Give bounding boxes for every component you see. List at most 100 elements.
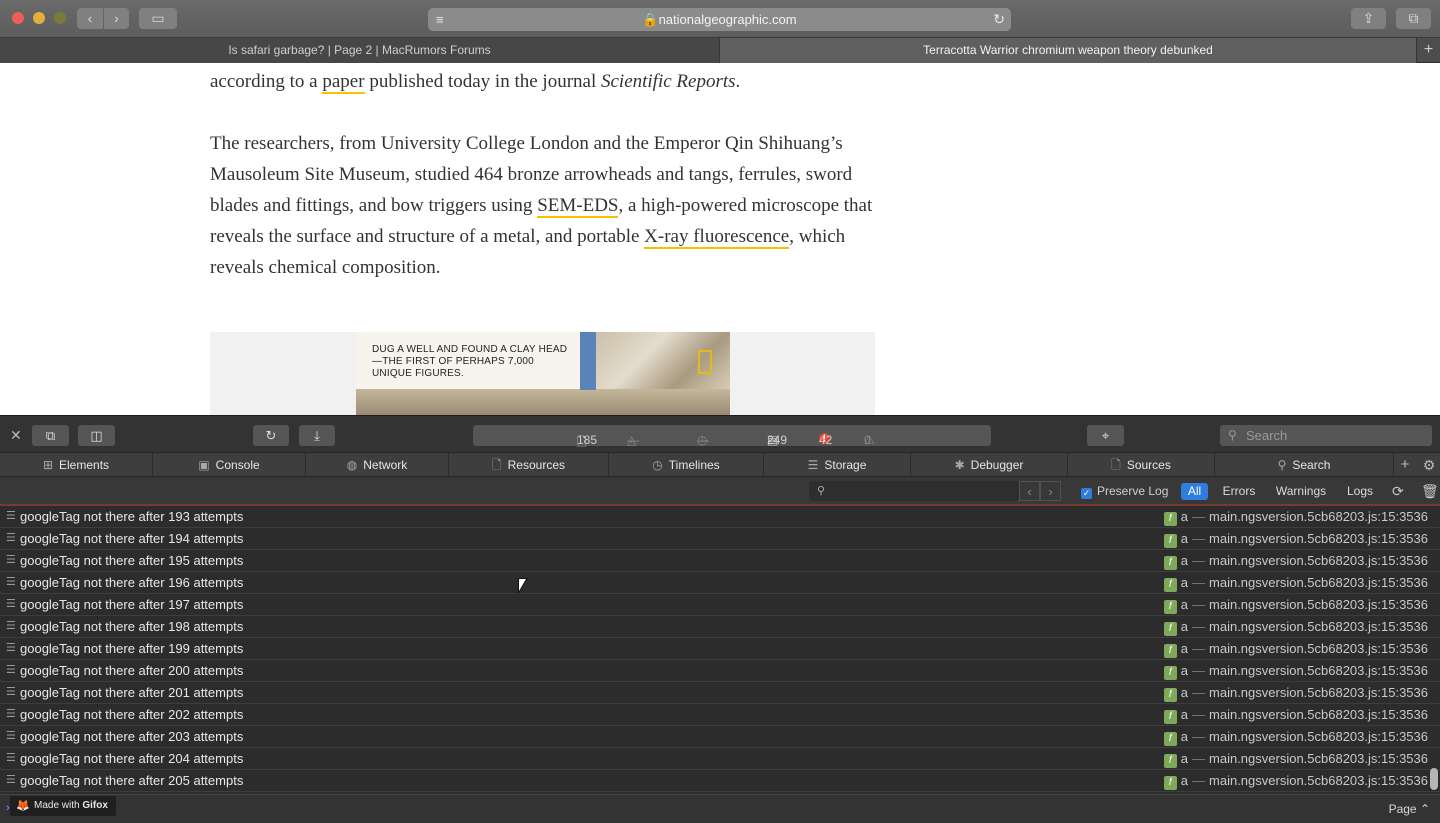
message-source[interactable]: f a — main.ngsversion.5cb68203.js:15:3536 [1163, 550, 1428, 571]
source-location-link[interactable]: main.ngsversion.5cb68203.js:15:3536 [1209, 685, 1428, 700]
tab-sources[interactable]: 🗋 Sources [1068, 453, 1215, 477]
console-message-row[interactable]: ☰ googleTag not there after 202 attempts f… [0, 704, 1440, 726]
console-message-row[interactable]: ☰ googleTag not there after 200 attempts f… [0, 660, 1440, 682]
source-location-link[interactable]: main.ngsversion.5cb68203.js:15:3536 [1209, 597, 1428, 612]
web-page: according to a paper published today in … [0, 63, 1440, 415]
filter-errors[interactable]: Errors [1220, 483, 1258, 500]
message-source[interactable]: f a — main.ngsversion.5cb68203.js:15:3536 [1163, 682, 1428, 703]
trash-icon[interactable]: 🗑 [1421, 483, 1439, 500]
console-message-text: googleTag not there after 199 attempts [20, 641, 244, 656]
url-text: nationalgeographic.com [658, 12, 797, 27]
tab-resources[interactable]: 🗋 Resources [449, 453, 609, 477]
back-button[interactable]: ‹ [77, 8, 103, 29]
console-message-row[interactable]: ☰ googleTag not there after 195 attempts f… [0, 550, 1440, 572]
console-message-row[interactable]: ☰ googleTag not there after 198 attempts f… [0, 616, 1440, 638]
message-source[interactable]: f a — main.ngsversion.5cb68203.js:15:3536 [1163, 770, 1428, 791]
gifox-watermark: 🦊 Made with Gifox [10, 796, 116, 816]
function-name: a [1180, 685, 1189, 700]
console-messages[interactable]: ☰ googleTag not there after 193 attempts f… [0, 506, 1440, 794]
message-source[interactable]: f a — main.ngsversion.5cb68203.js:15:3536 [1163, 528, 1428, 549]
message-source[interactable]: f a — main.ngsversion.5cb68203.js:15:3536 [1163, 726, 1428, 747]
advertisement[interactable]: DUG A WELL AND FOUND A CLAY HEAD—THE FIR… [210, 332, 875, 415]
tab-natgeo[interactable]: Terracotta Warrior chromium weapon theor… [719, 38, 1416, 63]
chevron-updown-icon: ⌃ [1419, 802, 1430, 816]
filter-logs[interactable]: Logs [1344, 483, 1376, 500]
tab-macrumors[interactable]: Is safari garbage? | Page 2 | MacRumors … [0, 38, 719, 63]
function-name: a [1180, 751, 1189, 766]
source-location-link[interactable]: main.ngsversion.5cb68203.js:15:3536 [1209, 751, 1428, 766]
message-source[interactable]: f a — main.ngsversion.5cb68203.js:15:3536 [1163, 616, 1428, 637]
settings-button[interactable]: ⚙ [1418, 453, 1440, 477]
message-source[interactable]: f a — main.ngsversion.5cb68203.js:15:3536 [1163, 638, 1428, 659]
forward-button[interactable]: › [104, 8, 129, 29]
terminal-icon: ▣ [198, 458, 210, 472]
message-source[interactable]: f a — main.ngsversion.5cb68203.js:15:3536 [1163, 594, 1428, 615]
refresh-icon[interactable]: ⟳ [1392, 483, 1404, 500]
tab-network[interactable]: ◍ Network [306, 453, 449, 477]
console-message-row[interactable]: ☰ googleTag not there after 205 attempts f… [0, 770, 1440, 792]
window-zoom-button[interactable] [54, 12, 66, 24]
function-icon: f [1163, 754, 1177, 768]
add-tab-button[interactable]: + [1394, 453, 1416, 477]
next-match-button[interactable]: › [1040, 481, 1061, 501]
console-message-text: googleTag not there after 193 attempts [20, 509, 244, 524]
show-tabs-button[interactable]: ⧉ [1396, 8, 1431, 29]
window-close-button[interactable] [12, 12, 24, 24]
console-message-row[interactable]: ☰ googleTag not there after 201 attempts f… [0, 682, 1440, 704]
share-button[interactable]: ⇪ [1351, 8, 1386, 29]
dock-side-button[interactable]: ◫ [78, 425, 115, 446]
detach-window-button[interactable]: ⧉ [32, 425, 69, 446]
source-location-link[interactable]: main.ngsversion.5cb68203.js:15:3536 [1209, 531, 1428, 546]
console-scrollbar[interactable] [1430, 768, 1438, 790]
console-message-row[interactable]: ☰ googleTag not there after 203 attempts f… [0, 726, 1440, 748]
console-message-row[interactable]: ☰ googleTag not there after 197 attempts f… [0, 594, 1440, 616]
log-level-icon: ☰ [6, 598, 16, 610]
source-location-link[interactable]: main.ngsversion.5cb68203.js:15:3536 [1209, 553, 1428, 568]
address-bar[interactable]: ≡ 🔒nationalgeographic.com ↻ [428, 8, 1011, 31]
console-message-row[interactable]: ☰ googleTag not there after 199 attempts f… [0, 638, 1440, 660]
tab-debugger[interactable]: ✱ Debugger [911, 453, 1068, 477]
tab-storage[interactable]: ☰ Storage [764, 453, 911, 477]
source-location-link[interactable]: main.ngsversion.5cb68203.js:15:3536 [1209, 707, 1428, 722]
new-tab-button[interactable]: + [1416, 38, 1440, 63]
xrf-link[interactable]: X-ray fluorescence [644, 226, 790, 249]
tab-elements[interactable]: ⊞ Elements [0, 453, 153, 477]
message-source[interactable]: f a — main.ngsversion.5cb68203.js:15:3536 [1163, 704, 1428, 725]
function-icon: f [1163, 512, 1177, 526]
source-location-link[interactable]: main.ngsversion.5cb68203.js:15:3536 [1209, 729, 1428, 744]
close-icon[interactable]: ✕ [10, 427, 22, 444]
sem-eds-link[interactable]: SEM-EDS [537, 195, 619, 218]
source-location-link[interactable]: main.ngsversion.5cb68203.js:15:3536 [1209, 773, 1428, 788]
filter-all[interactable]: All [1181, 483, 1208, 500]
previous-match-button[interactable]: ‹ [1019, 481, 1040, 501]
download-archive-button[interactable]: ⤓ [299, 425, 335, 446]
tab-console[interactable]: ▣ Console [153, 453, 306, 477]
console-message-row[interactable]: ☰ googleTag not there after 196 attempts f… [0, 572, 1440, 594]
console-filter-input[interactable]: ⚲ [809, 481, 1019, 501]
source-location-link[interactable]: main.ngsversion.5cb68203.js:15:3536 [1209, 575, 1428, 590]
inspect-element-button[interactable]: ⌖ [1087, 425, 1124, 446]
source-location-link[interactable]: main.ngsversion.5cb68203.js:15:3536 [1209, 663, 1428, 678]
inspector-search-input[interactable]: ⚲ Search [1220, 425, 1432, 446]
preserve-log-checkbox[interactable]: ✓ Preserve Log [1081, 484, 1168, 499]
message-source[interactable]: f a — main.ngsversion.5cb68203.js:15:3536 [1163, 572, 1428, 593]
message-source[interactable]: f a — main.ngsversion.5cb68203.js:15:3536 [1163, 506, 1428, 527]
sidebar-button[interactable]: ▭ [139, 8, 177, 29]
paper-link[interactable]: paper [322, 71, 365, 94]
source-location-link[interactable]: main.ngsversion.5cb68203.js:15:3536 [1209, 509, 1428, 524]
console-message-row[interactable]: ☰ googleTag not there after 193 attempts f… [0, 506, 1440, 528]
source-location-link[interactable]: main.ngsversion.5cb68203.js:15:3536 [1209, 619, 1428, 634]
message-source[interactable]: f a — main.ngsversion.5cb68203.js:15:3536 [1163, 660, 1428, 681]
filter-warnings[interactable]: Warnings [1272, 483, 1330, 500]
source-location-link[interactable]: main.ngsversion.5cb68203.js:15:3536 [1209, 641, 1428, 656]
reload-page-button[interactable]: ↻ [253, 425, 289, 446]
tab-search[interactable]: ⚲ Search [1215, 453, 1394, 477]
tab-timelines[interactable]: ◷ Timelines [609, 453, 764, 477]
console-message-row[interactable]: ☰ googleTag not there after 204 attempts f… [0, 748, 1440, 770]
elements-icon: ⊞ [42, 458, 54, 472]
execution-context-select[interactable]: Page ⌃ [1389, 802, 1430, 816]
reload-icon[interactable]: ↻ [993, 11, 1005, 28]
console-message-row[interactable]: ☰ googleTag not there after 194 attempts f… [0, 528, 1440, 550]
window-minimize-button[interactable] [33, 12, 45, 24]
message-source[interactable]: f a — main.ngsversion.5cb68203.js:15:3536 [1163, 748, 1428, 769]
